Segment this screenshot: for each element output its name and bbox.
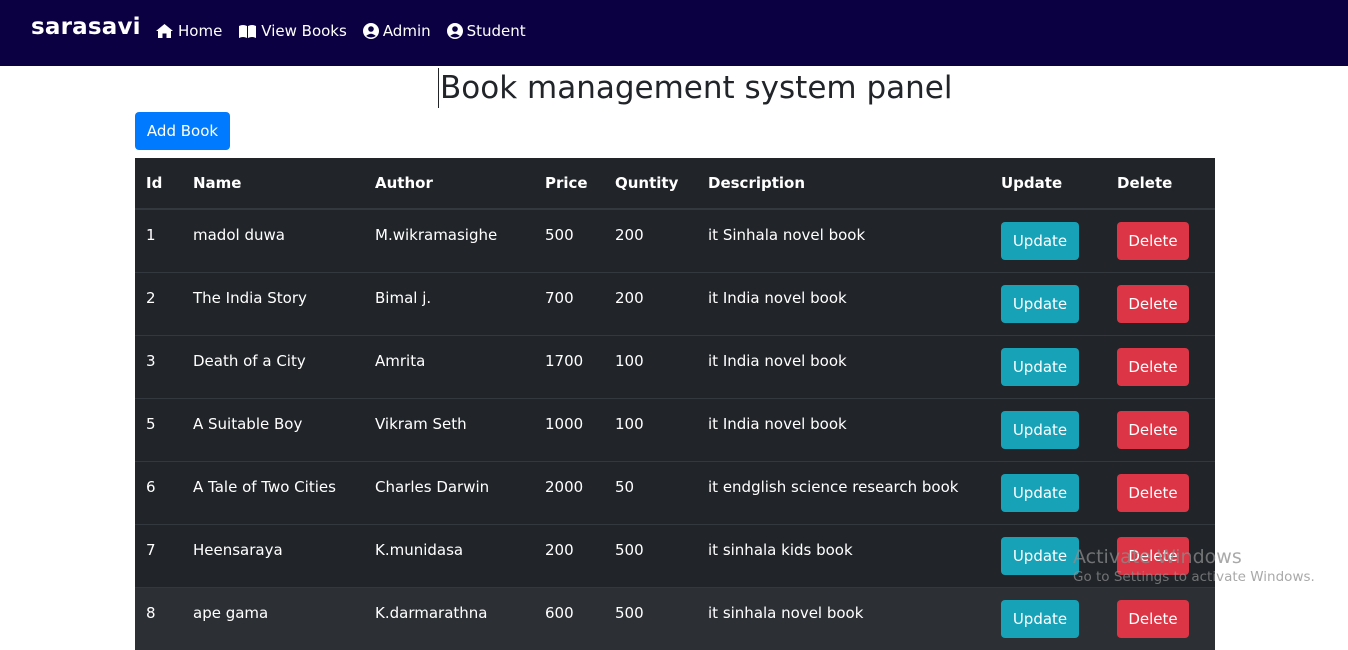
nav-student-link[interactable]: Student — [447, 22, 526, 40]
header-author: Author — [364, 158, 534, 209]
cell-id: 2 — [146, 273, 182, 307]
cell-name: A Tale of Two Cities — [193, 462, 364, 496]
delete-button[interactable]: Delete — [1117, 285, 1189, 323]
nav-home-label: Home — [178, 22, 222, 40]
add-book-button[interactable]: Add Book — [135, 112, 230, 150]
nav-student-label: Student — [467, 22, 526, 40]
nav-home-link[interactable]: Home — [155, 22, 222, 40]
home-icon — [155, 23, 174, 39]
cell-price: 1000 — [545, 399, 604, 433]
cell-author: Vikram Seth — [375, 399, 534, 433]
delete-button[interactable]: Delete — [1117, 222, 1189, 260]
cell-description: it India novel book — [708, 399, 990, 433]
update-button[interactable]: Update — [1001, 411, 1079, 449]
update-button[interactable]: Update — [1001, 222, 1079, 260]
cell-author: Amrita — [375, 336, 534, 370]
cell-quantity: 500 — [615, 588, 697, 622]
cell-author: K.darmarathna — [375, 588, 534, 622]
update-button[interactable]: Update — [1001, 474, 1079, 512]
header-price: Price — [534, 158, 604, 209]
cell-id: 6 — [146, 462, 182, 496]
brand-logo[interactable]: sarasavi — [31, 14, 141, 40]
cell-name: Heensaraya — [193, 525, 364, 559]
header-name: Name — [182, 158, 364, 209]
books-table: Id Name Author Price Quntity Description… — [135, 158, 1215, 650]
table-row: 7 Heensaraya K.munidasa 200 500 it sinha… — [135, 525, 1215, 588]
table-row: 6 A Tale of Two Cities Charles Darwin 20… — [135, 462, 1215, 525]
nav-view-books-link[interactable]: View Books — [238, 22, 347, 40]
delete-button[interactable]: Delete — [1117, 411, 1189, 449]
cell-description: it India novel book — [708, 336, 990, 370]
cell-price: 2000 — [545, 462, 604, 496]
nav-admin-link[interactable]: Admin — [363, 22, 431, 40]
cell-price: 700 — [545, 273, 604, 307]
delete-button[interactable]: Delete — [1117, 537, 1189, 575]
update-button[interactable]: Update — [1001, 348, 1079, 386]
table-row: 8 ape gama K.darmarathna 600 500 it sinh… — [135, 588, 1215, 650]
update-button[interactable]: Update — [1001, 285, 1079, 323]
cell-description: it endglish science research book — [708, 462, 990, 496]
cell-name: A Suitable Boy — [193, 399, 364, 433]
cell-quantity: 500 — [615, 525, 697, 559]
table-row: 1 madol duwa M.wikramasighe 500 200 it S… — [135, 209, 1215, 273]
nav-admin-label: Admin — [383, 22, 431, 40]
cell-price: 600 — [545, 588, 604, 622]
cell-name: The India Story — [193, 273, 364, 307]
header-id: Id — [135, 158, 182, 209]
cell-name: ape gama — [193, 588, 364, 622]
table-header-row: Id Name Author Price Quntity Description… — [135, 158, 1215, 209]
table-row: 5 A Suitable Boy Vikram Seth 1000 100 it… — [135, 399, 1215, 462]
cell-quantity: 100 — [615, 399, 697, 433]
delete-button[interactable]: Delete — [1117, 600, 1189, 638]
cell-price: 200 — [545, 525, 604, 559]
header-delete: Delete — [1106, 158, 1215, 209]
cell-description: it sinhala novel book — [708, 588, 990, 622]
nav-links: Home View Books Admin Student — [155, 22, 526, 40]
cell-id: 7 — [146, 525, 182, 559]
cell-author: K.munidasa — [375, 525, 534, 559]
cell-description: it India novel book — [708, 273, 990, 307]
page-title: Book management system panel — [438, 68, 952, 108]
cell-quantity: 200 — [615, 273, 697, 307]
cell-quantity: 50 — [615, 462, 697, 496]
update-button[interactable]: Update — [1001, 537, 1079, 575]
nav-view-books-label: View Books — [261, 22, 347, 40]
cell-id: 1 — [146, 210, 182, 244]
cell-quantity: 200 — [615, 210, 697, 244]
cell-id: 3 — [146, 336, 182, 370]
header-quantity: Quntity — [604, 158, 697, 209]
cell-author: Bimal j. — [375, 273, 534, 307]
cell-description: it Sinhala novel book — [708, 210, 990, 244]
cell-author: Charles Darwin — [375, 462, 534, 496]
cell-price: 1700 — [545, 336, 604, 370]
user-circle-icon — [363, 23, 379, 39]
top-navbar: sarasavi Home View Books Admin Student — [0, 0, 1348, 66]
cell-id: 8 — [146, 588, 182, 622]
cell-quantity: 100 — [615, 336, 697, 370]
cell-price: 500 — [545, 210, 604, 244]
delete-button[interactable]: Delete — [1117, 348, 1189, 386]
user-circle-icon — [447, 23, 463, 39]
table-row: 3 Death of a City Amrita 1700 100 it Ind… — [135, 336, 1215, 399]
delete-button[interactable]: Delete — [1117, 474, 1189, 512]
cell-description: it sinhala kids book — [708, 525, 990, 559]
cell-name: madol duwa — [193, 210, 364, 244]
cell-name: Death of a City — [193, 336, 364, 370]
header-description: Description — [697, 158, 990, 209]
header-update: Update — [990, 158, 1106, 209]
table-row: 2 The India Story Bimal j. 700 200 it In… — [135, 273, 1215, 336]
cell-author: M.wikramasighe — [375, 210, 534, 244]
book-open-icon — [238, 24, 257, 39]
cell-id: 5 — [146, 399, 182, 433]
update-button[interactable]: Update — [1001, 600, 1079, 638]
